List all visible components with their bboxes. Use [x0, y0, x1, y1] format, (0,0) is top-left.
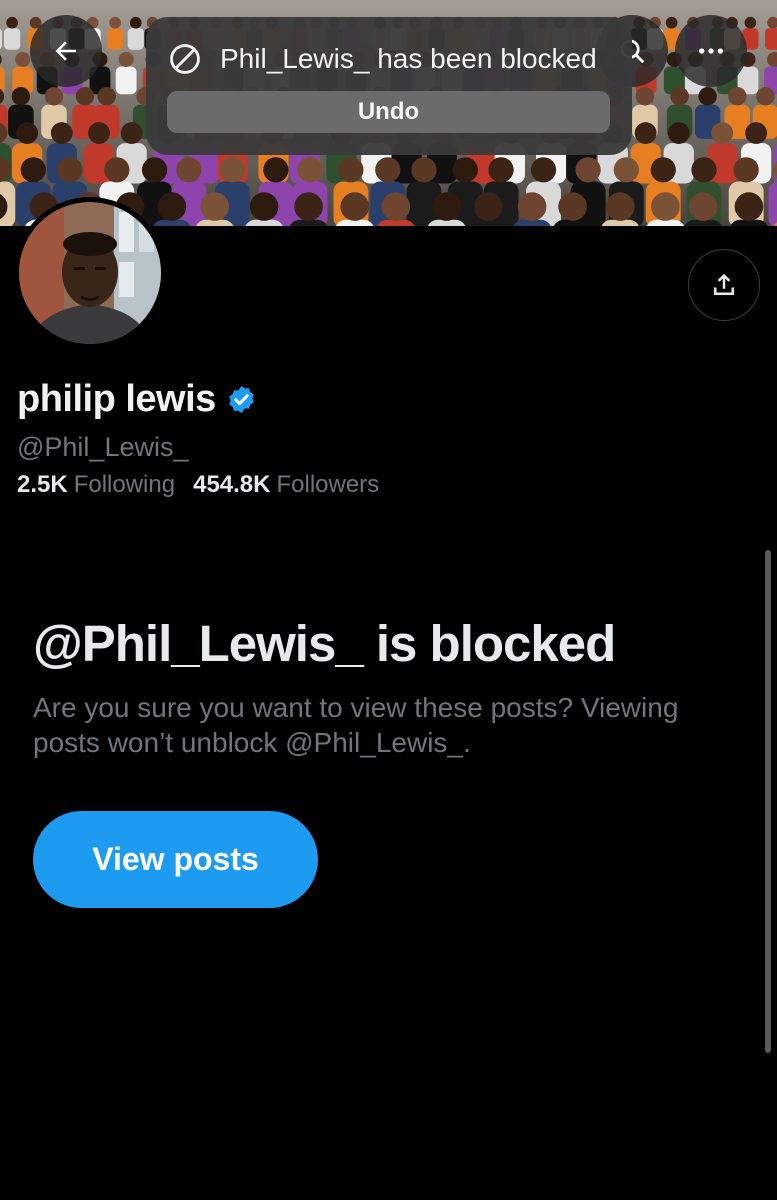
profile-stats: 2.5K Following 454.8K Followers	[17, 471, 379, 499]
back-button[interactable]	[30, 15, 102, 87]
profile-name: philip lewis	[17, 378, 216, 420]
profile-handle: @Phil_Lewis_	[17, 432, 189, 462]
profile-name-row: philip lewis	[17, 378, 257, 421]
toast-message: Phil_Lewis_ has been blocked	[220, 43, 597, 74]
more-horizontal-icon	[699, 48, 723, 54]
scrollbar[interactable]	[765, 550, 771, 1053]
avatar[interactable]	[14, 197, 166, 349]
followers-link[interactable]: 454.8K Followers	[193, 471, 379, 499]
share-icon	[714, 273, 734, 295]
blocked-toast: Phil_Lewis_ has been blocked Undo	[146, 17, 632, 155]
view-posts-button[interactable]: View posts	[33, 811, 318, 908]
blocked-icon	[170, 44, 200, 74]
followers-count: 454.8K	[193, 471, 271, 498]
following-link[interactable]: 2.5K Following	[17, 471, 175, 499]
more-options-button[interactable]	[675, 15, 747, 87]
followers-label: Followers	[276, 471, 380, 498]
arrow-left-icon	[55, 41, 76, 61]
undo-button[interactable]: Undo	[167, 91, 610, 133]
share-button[interactable]	[688, 249, 760, 321]
verified-badge-icon	[229, 385, 254, 414]
avatar-image	[19, 202, 161, 344]
following-count: 2.5K	[17, 471, 68, 498]
blocked-title: @Phil_Lewis_ is blocked	[33, 615, 616, 672]
following-label: Following	[73, 471, 176, 498]
blocked-description: Are you sure you want to view these post…	[33, 692, 679, 758]
